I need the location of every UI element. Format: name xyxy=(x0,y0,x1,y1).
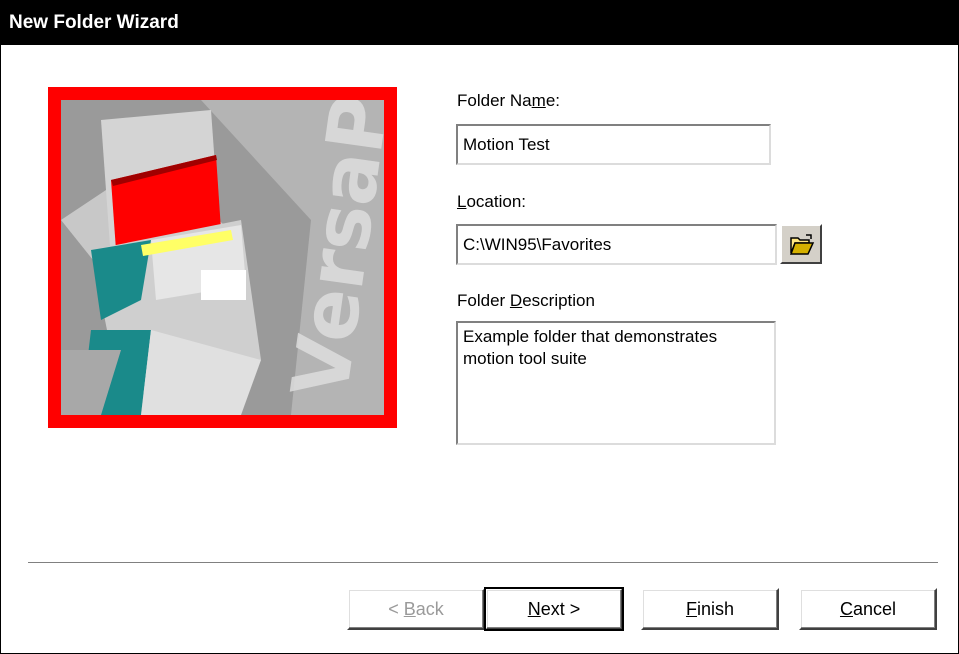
window-title: New Folder Wizard xyxy=(9,12,179,33)
folder-description-label: Folder Description xyxy=(457,291,595,310)
browse-folder-button[interactable] xyxy=(780,224,822,264)
folder-description-textarea[interactable]: Example folder that demonstrates motion … xyxy=(456,321,776,445)
open-folder-icon xyxy=(789,234,815,255)
folder-name-input[interactable] xyxy=(456,124,771,165)
folder-name-label: Folder Name: xyxy=(457,91,560,110)
wizard-window: New Folder Wizard VersaPro Folder Name: … xyxy=(0,0,959,654)
wizard-illustration: VersaPro xyxy=(48,87,397,428)
finish-button[interactable]: Finish xyxy=(641,588,779,630)
next-button[interactable]: Next > xyxy=(484,587,624,631)
location-label: Location: xyxy=(457,192,527,211)
button-separator xyxy=(28,562,938,564)
back-button[interactable]: < Back xyxy=(347,588,485,630)
cancel-button[interactable]: Cancel xyxy=(799,588,937,630)
location-input[interactable] xyxy=(456,224,777,265)
title-bar: New Folder Wizard xyxy=(1,1,958,45)
file-cabinet-illustration: VersaPro xyxy=(61,100,384,415)
